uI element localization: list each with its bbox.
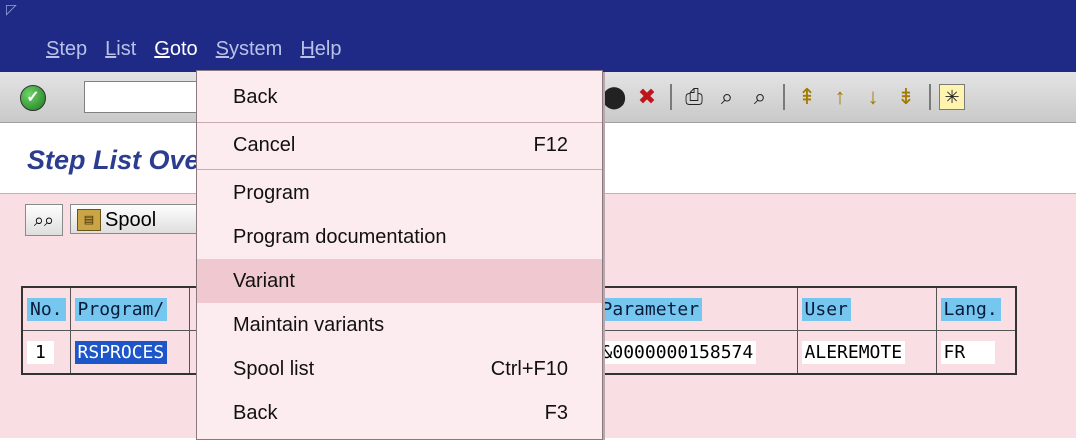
toolbar-icons: ⬤ ✖ ⎙ ⌕ ⌕ ⇞ ↑ ↓ ⇟ ✳ [600, 81, 970, 113]
spool-button-label: Spool [105, 209, 157, 231]
find-icon[interactable]: ⌕ [713, 83, 741, 111]
menu-system[interactable]: System [207, 34, 292, 64]
cell-no[interactable]: 1 [27, 340, 54, 364]
menu-item-shortcut: Ctrl+F10 [490, 358, 568, 380]
menu-separator [197, 169, 602, 170]
menu-item-back-f3[interactable]: Back F3 [197, 391, 602, 435]
system-menu-icon[interactable]: ◸ [6, 2, 20, 16]
header-program: Program/ [74, 297, 168, 321]
goto-dropdown-menu: Back Cancel F12 Program Program document… [196, 70, 603, 440]
header-parameter: Parameter [598, 297, 703, 321]
spool-icon: ▤ [77, 209, 101, 231]
menu-item-label: Back [233, 86, 278, 108]
cell-parameter[interactable]: &0000000158574 [598, 340, 757, 364]
menu-item-label: Program [233, 182, 310, 204]
cancel-icon[interactable]: ✖ [633, 83, 661, 111]
command-field[interactable] [84, 81, 206, 113]
menu-item-label: Spool list [233, 358, 315, 380]
header-lang: Lang. [940, 297, 1001, 321]
menu-bar: Step List Goto System Help [0, 34, 351, 64]
menu-item-program[interactable]: Program [197, 171, 602, 215]
menu-item-program-documentation[interactable]: Program documentation [197, 215, 602, 259]
create-session-icon[interactable]: ✳ [939, 84, 965, 110]
menu-item-back[interactable]: Back [197, 75, 602, 119]
previous-page-icon[interactable]: ↑ [826, 83, 854, 111]
header-user: User [801, 297, 851, 321]
menu-item-maintain-variants[interactable]: Maintain variants [197, 303, 602, 347]
menu-step[interactable]: Step [37, 34, 96, 64]
menu-goto[interactable]: Goto [145, 34, 206, 64]
menu-item-shortcut: F3 [544, 402, 568, 424]
menu-item-spool-list[interactable]: Spool list Ctrl+F10 [197, 347, 602, 391]
exit-icon[interactable]: ⬤ [600, 83, 628, 111]
toolbar-separator [670, 84, 672, 110]
window-titlebar: ◸ Step List Goto System Help [0, 0, 1076, 72]
display-glasses-icon[interactable]: ⌕⌕ [25, 204, 63, 236]
menu-item-label: Maintain variants [233, 314, 385, 336]
menu-item-label: Variant [233, 270, 295, 292]
cell-lang[interactable]: FR [940, 340, 996, 364]
cell-program[interactable]: RSPROCES [74, 340, 168, 364]
header-no: No. [27, 297, 66, 321]
enter-checkmark-icon[interactable]: ✓ [20, 85, 46, 111]
last-page-icon[interactable]: ⇟ [892, 83, 920, 111]
menu-item-label: Cancel [233, 134, 296, 156]
menu-item-cancel[interactable]: Cancel F12 [197, 123, 602, 167]
spool-button[interactable]: ▤ Spool [70, 204, 210, 234]
menu-help[interactable]: Help [291, 34, 350, 64]
menu-item-shortcut: F12 [533, 134, 568, 156]
menu-list[interactable]: List [96, 34, 145, 64]
menu-item-variant[interactable]: Variant [197, 259, 602, 303]
menu-item-label: Program documentation [233, 226, 447, 248]
toolbar-separator [929, 84, 931, 110]
print-icon[interactable]: ⎙ [680, 83, 708, 111]
toolbar-separator [783, 84, 785, 110]
first-page-icon[interactable]: ⇞ [793, 83, 821, 111]
find-next-icon[interactable]: ⌕ [746, 83, 774, 111]
next-page-icon[interactable]: ↓ [859, 83, 887, 111]
menu-item-label: Back [233, 402, 278, 424]
cell-user[interactable]: ALEREMOTE [801, 340, 906, 364]
